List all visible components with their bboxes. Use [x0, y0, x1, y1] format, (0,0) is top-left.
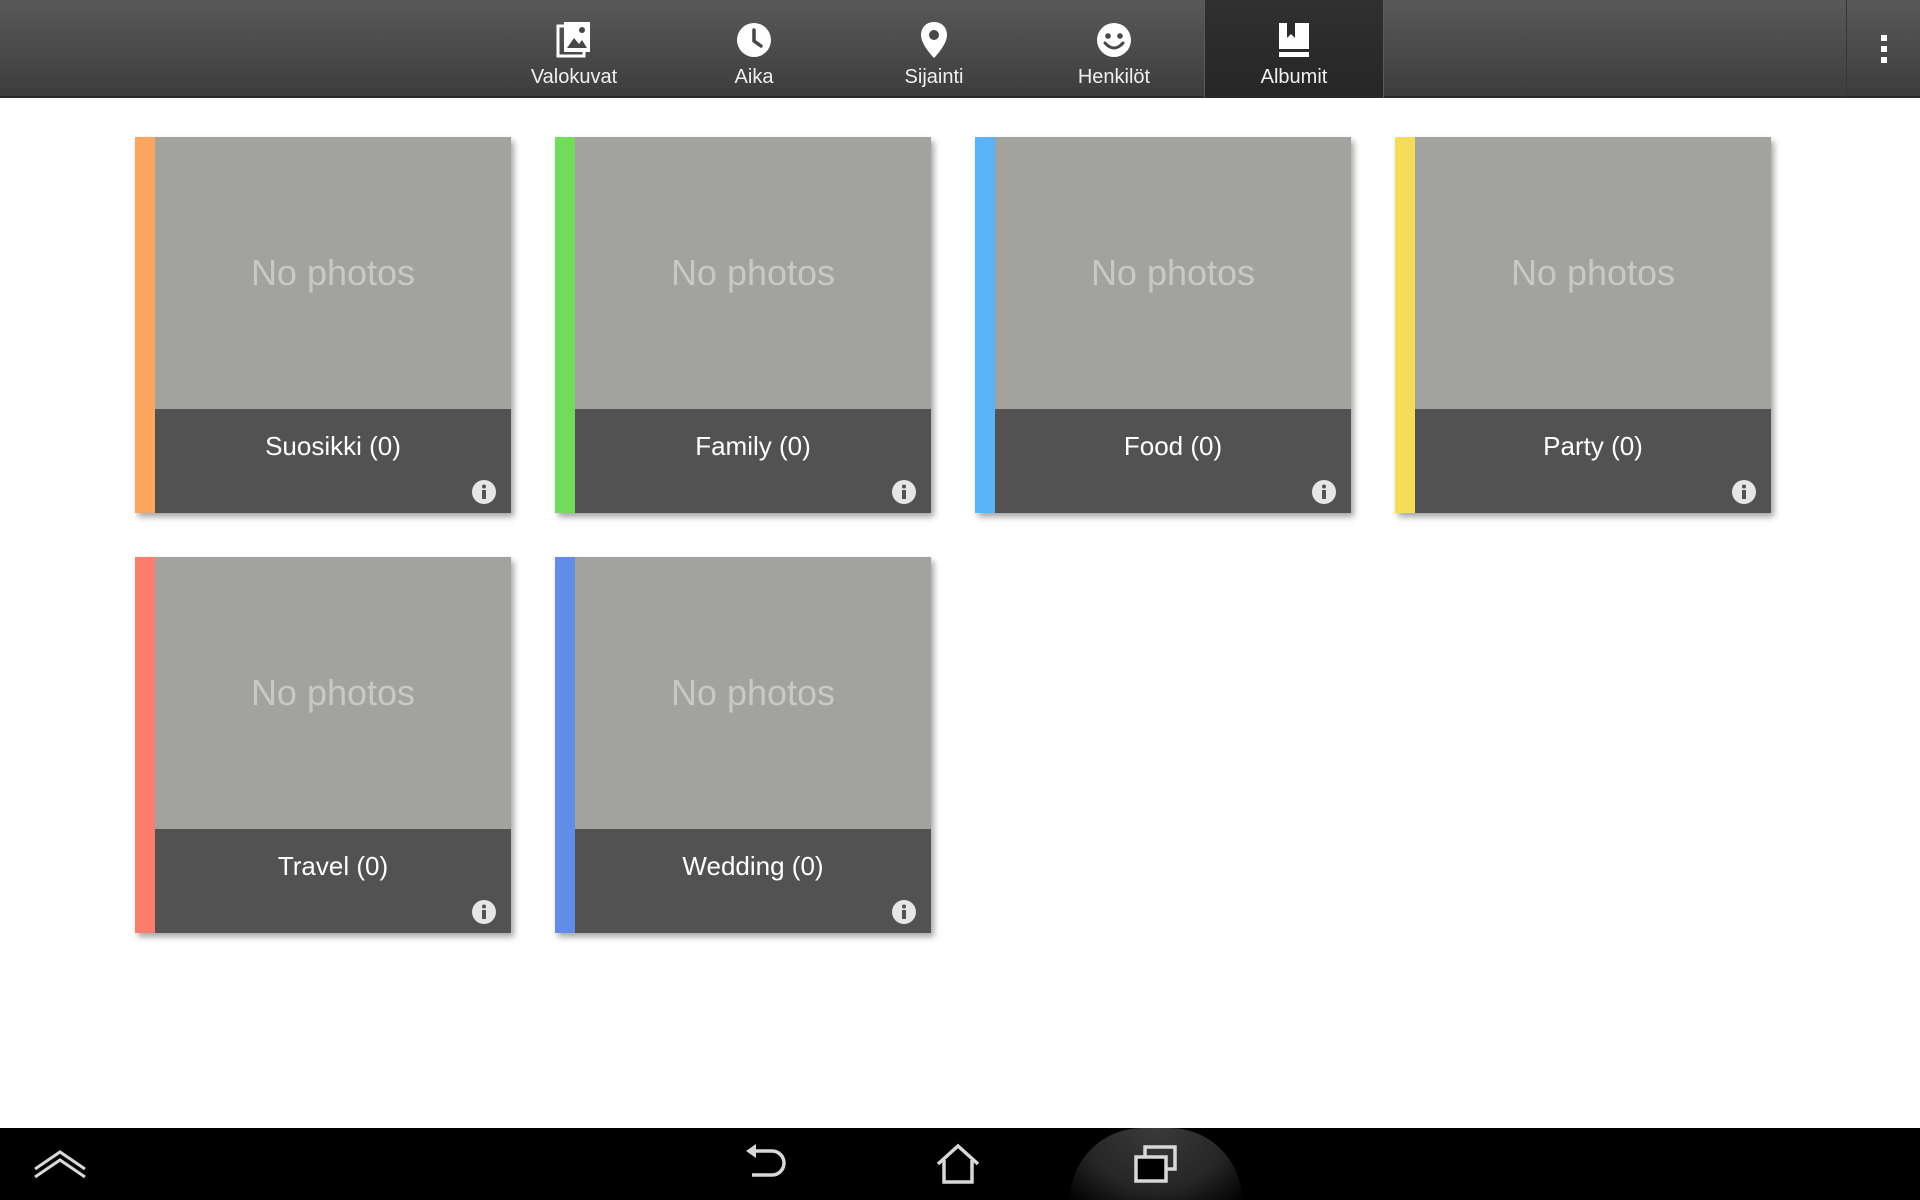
album-card-family[interactable]: No photos Family (0)	[555, 137, 931, 513]
album-caption: Food (0)	[995, 409, 1351, 513]
tab-sijainti[interactable]: Sijainti	[844, 0, 1024, 98]
album-title: Food (0)	[1123, 430, 1223, 461]
system-nav-bar	[0, 1128, 1920, 1200]
album-card-travel[interactable]: No photos Travel (0)	[135, 557, 511, 933]
info-icon[interactable]	[1311, 479, 1337, 505]
album-caption: Family (0)	[575, 409, 931, 513]
tab-henkilot[interactable]: Henkilöt	[1024, 0, 1204, 98]
action-bar: Valokuvat Aika Sijainti Henkilöt Albumit	[0, 0, 1920, 98]
tab-label: Sijainti	[904, 66, 964, 88]
album-color-strip	[555, 137, 575, 513]
recent-apps-button[interactable]	[1116, 1128, 1196, 1200]
no-photos-label: No photos	[250, 252, 416, 293]
album-title: Travel (0)	[277, 850, 389, 881]
back-button[interactable]	[725, 1128, 805, 1200]
tab-label: Henkilöt	[1077, 66, 1151, 88]
album-color-strip	[975, 137, 995, 513]
no-photos-label: No photos	[250, 672, 416, 713]
info-icon[interactable]	[891, 479, 917, 505]
album-thumbnail: No photos	[155, 137, 511, 409]
album-title: Party (0)	[1543, 430, 1643, 461]
album-thumbnail: No photos	[575, 557, 931, 829]
photo-icon	[554, 20, 594, 60]
home-icon	[936, 1143, 980, 1184]
tab-label: Aika	[734, 66, 774, 88]
no-photos-label: No photos	[1510, 252, 1676, 293]
info-icon[interactable]	[471, 479, 497, 505]
album-book-icon	[1274, 20, 1314, 60]
location-pin-icon	[914, 20, 954, 60]
overflow-dots-icon	[1880, 35, 1887, 63]
album-caption: Party (0)	[1415, 409, 1771, 513]
tab-strip: Valokuvat Aika Sijainti Henkilöt Albumit	[484, 0, 1384, 98]
album-card-suosikki[interactable]: No photos Suosikki (0)	[135, 137, 511, 513]
album-caption: Suosikki (0)	[155, 409, 511, 513]
back-icon	[746, 1144, 786, 1177]
album-color-strip	[135, 557, 155, 933]
no-photos-label: No photos	[1090, 252, 1256, 293]
album-title: Wedding (0)	[682, 850, 824, 881]
home-button[interactable]	[918, 1128, 998, 1200]
album-title: Family (0)	[695, 430, 811, 461]
album-color-strip	[1395, 137, 1415, 513]
recent-apps-icon	[1134, 1145, 1177, 1183]
album-thumbnail: No photos	[155, 557, 511, 829]
album-thumbnail: No photos	[1415, 137, 1771, 409]
info-icon[interactable]	[891, 899, 917, 925]
tab-label: Albumit	[1260, 66, 1328, 88]
overflow-menu-button[interactable]	[1846, 0, 1920, 98]
album-color-strip	[555, 557, 575, 933]
album-thumbnail: No photos	[995, 137, 1351, 409]
info-icon[interactable]	[471, 899, 497, 925]
tab-aika[interactable]: Aika	[664, 0, 844, 98]
smiley-icon	[1094, 20, 1134, 60]
menu-up-button[interactable]	[20, 1128, 100, 1200]
album-card-party[interactable]: No photos Party (0)	[1395, 137, 1771, 513]
album-card-food[interactable]: No photos Food (0)	[975, 137, 1351, 513]
no-photos-label: No photos	[670, 252, 836, 293]
album-caption: Wedding (0)	[575, 829, 931, 933]
no-photos-label: No photos	[670, 672, 836, 713]
album-title: Suosikki (0)	[265, 430, 401, 461]
tab-label: Valokuvat	[530, 66, 618, 88]
album-thumbnail: No photos	[575, 137, 931, 409]
info-icon[interactable]	[1731, 479, 1757, 505]
album-card-wedding[interactable]: No photos Wedding (0)	[555, 557, 931, 933]
tab-valokuvat[interactable]: Valokuvat	[484, 0, 664, 98]
menu-up-icon	[34, 1150, 86, 1179]
clock-icon	[734, 20, 774, 60]
tab-albumit[interactable]: Albumit	[1204, 0, 1384, 98]
album-caption: Travel (0)	[155, 829, 511, 933]
album-color-strip	[135, 137, 155, 513]
